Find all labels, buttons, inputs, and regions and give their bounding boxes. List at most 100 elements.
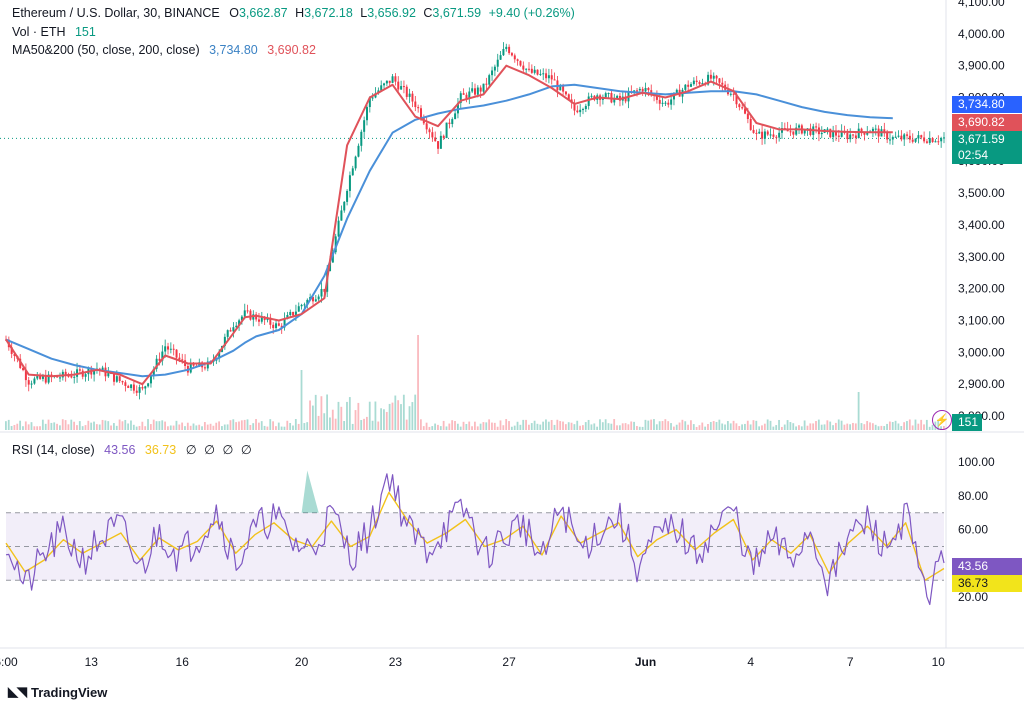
volume-bar bbox=[326, 394, 328, 430]
candle-body bbox=[502, 49, 505, 56]
volume-bar bbox=[365, 416, 368, 430]
volume-bar bbox=[914, 419, 917, 430]
volume-bar bbox=[846, 423, 849, 430]
candle-body bbox=[709, 74, 712, 79]
volume-bar bbox=[888, 421, 891, 430]
candle-body bbox=[636, 90, 639, 92]
volume-bar bbox=[260, 421, 263, 430]
volume-bar bbox=[340, 406, 343, 430]
price-tick-label: 3,500.00 bbox=[958, 186, 1005, 200]
volume-bar bbox=[240, 420, 243, 430]
time-tick-label: 4 bbox=[747, 655, 754, 669]
candle-body bbox=[871, 128, 874, 132]
candle-body bbox=[539, 73, 542, 75]
candle-body bbox=[130, 384, 133, 389]
candle-body bbox=[712, 75, 715, 79]
volume-bar bbox=[27, 424, 30, 430]
volume-bar bbox=[650, 419, 653, 430]
volume-bar bbox=[789, 422, 792, 430]
volume-bar bbox=[33, 426, 36, 430]
legend-ma: MA50&200 (50, close, 200, close) 3,734.8… bbox=[12, 43, 316, 57]
candle-body bbox=[590, 95, 593, 97]
chart-canvas[interactable]: 2,800.002,900.003,000.003,100.003,200.00… bbox=[0, 0, 1024, 705]
brand[interactable]: ◣◥ TradingView bbox=[8, 684, 107, 700]
candle-body bbox=[687, 84, 690, 87]
volume-bar bbox=[857, 392, 860, 430]
candle-body bbox=[940, 138, 943, 142]
volume-bar bbox=[76, 425, 78, 430]
lightning-icon[interactable]: ⚡ bbox=[932, 410, 952, 430]
candle-body bbox=[837, 135, 840, 137]
volume-bar bbox=[761, 425, 763, 430]
volume-bar bbox=[522, 419, 525, 430]
volume-bar bbox=[829, 421, 832, 430]
volume-bar bbox=[269, 419, 272, 430]
candle-body bbox=[397, 81, 400, 90]
candle-body bbox=[340, 210, 343, 221]
volume-bar bbox=[13, 424, 16, 430]
candle-body bbox=[928, 138, 931, 143]
ma50-line bbox=[5, 83, 893, 378]
volume-bar bbox=[7, 419, 10, 430]
volume-bar bbox=[186, 422, 189, 430]
volume-bar bbox=[158, 421, 161, 430]
candle-body bbox=[175, 349, 178, 358]
volume-bar bbox=[496, 426, 499, 430]
volume-bar bbox=[235, 422, 238, 430]
volume-bar bbox=[488, 419, 491, 430]
candle-body bbox=[670, 99, 673, 105]
candle-body bbox=[272, 324, 275, 329]
candle-body bbox=[411, 93, 414, 102]
volume-bar bbox=[866, 421, 869, 430]
volume-bar bbox=[849, 424, 851, 430]
candle-body bbox=[303, 304, 306, 306]
volume-bar bbox=[604, 419, 607, 430]
volume-bar bbox=[414, 394, 417, 430]
volume-bar bbox=[613, 419, 616, 430]
volume-bar bbox=[331, 409, 334, 430]
countdown-tag: 02:54 bbox=[952, 147, 1022, 164]
volume-bar bbox=[528, 424, 530, 430]
volume-bar bbox=[357, 402, 360, 430]
candle-body bbox=[167, 346, 170, 350]
volume-bar bbox=[309, 400, 311, 430]
volume-bar bbox=[630, 421, 633, 430]
volume-bar bbox=[249, 425, 252, 430]
volume-bar bbox=[476, 426, 479, 430]
volume-bar bbox=[670, 423, 672, 430]
candle-body bbox=[815, 126, 818, 128]
candle-body bbox=[695, 80, 698, 82]
volume-bar bbox=[73, 421, 76, 430]
volume-bar bbox=[906, 421, 908, 430]
rsi-tick-label: 60.00 bbox=[958, 523, 988, 537]
volume-bar bbox=[687, 424, 689, 430]
volume-bar bbox=[582, 425, 584, 430]
candle-body bbox=[888, 139, 891, 141]
volume-bar bbox=[516, 421, 519, 430]
candle-body bbox=[528, 68, 531, 70]
volume-bar bbox=[562, 421, 564, 430]
volume-bar bbox=[377, 421, 380, 430]
candle-body bbox=[667, 102, 670, 105]
candle-body bbox=[729, 93, 732, 95]
na-value-4: ∅ bbox=[240, 443, 252, 457]
volume-bar bbox=[928, 426, 931, 430]
volume-bar bbox=[314, 394, 317, 430]
volume-bar bbox=[317, 415, 320, 430]
candle-body bbox=[897, 135, 900, 137]
candle-body bbox=[647, 87, 650, 91]
volume-bar bbox=[468, 421, 471, 430]
volume-bar bbox=[599, 419, 601, 430]
open-label: O bbox=[229, 6, 239, 20]
volume-bar bbox=[843, 424, 846, 430]
volume-bar bbox=[184, 426, 186, 430]
volume-bar bbox=[266, 426, 269, 430]
volume-bar bbox=[419, 419, 422, 430]
candle-body bbox=[147, 383, 150, 387]
volume-bar bbox=[39, 426, 41, 430]
candle-body bbox=[820, 132, 823, 135]
volume-bar bbox=[10, 426, 13, 430]
volume-bar bbox=[30, 422, 33, 430]
volume-bar bbox=[397, 400, 400, 430]
candle-body bbox=[943, 137, 945, 139]
